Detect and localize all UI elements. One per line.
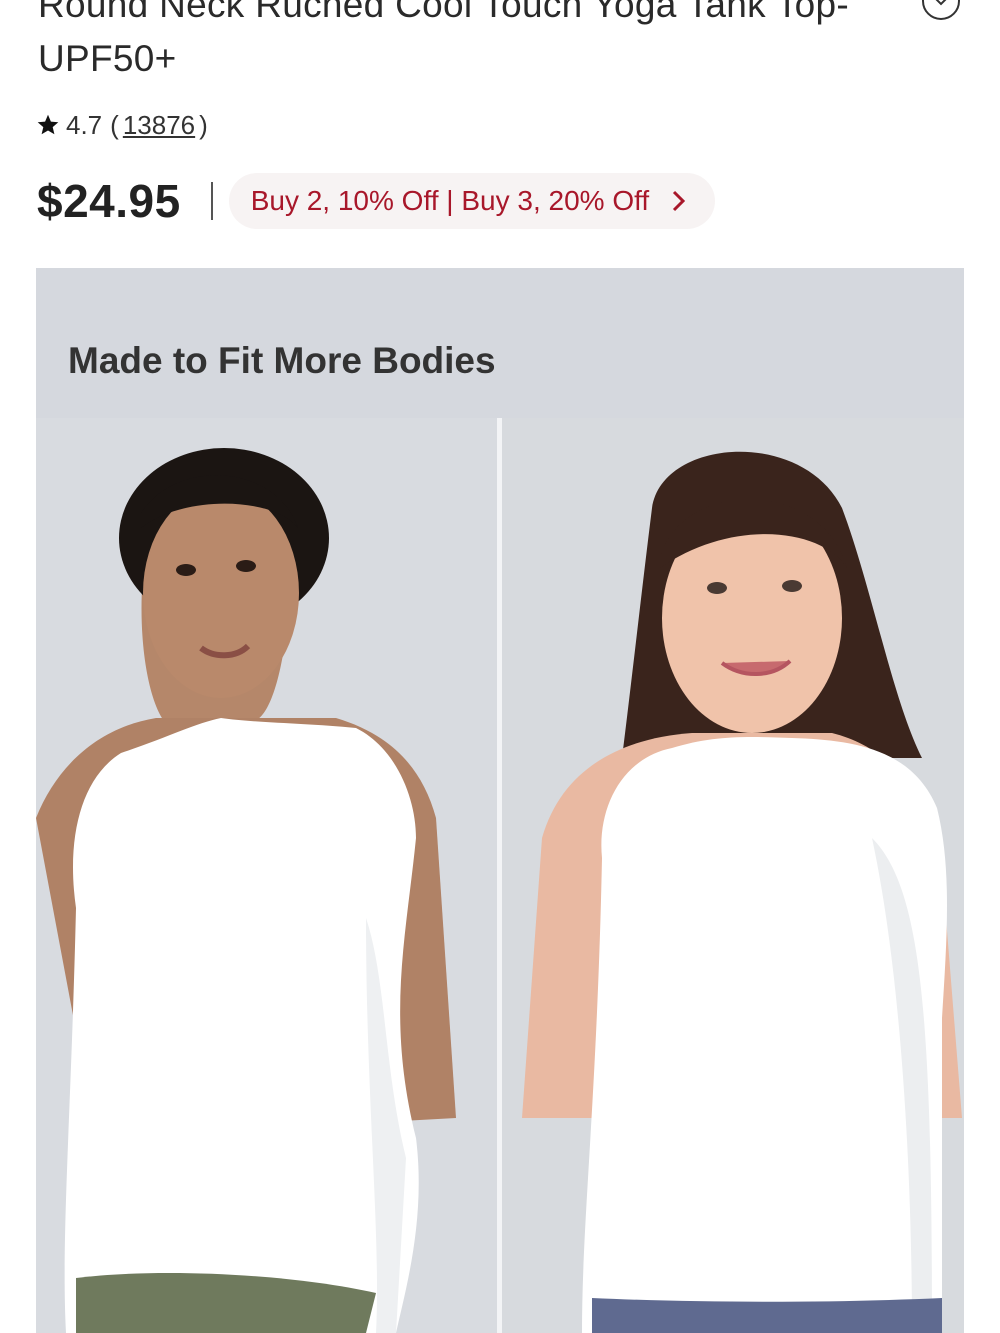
price: $24.95: [37, 175, 181, 227]
banner-headline: Made to Fit More Bodies: [68, 340, 496, 381]
paren-open: (: [110, 109, 119, 140]
promo-button[interactable]: Buy 2, 10% Off | Buy 3, 20% Off: [228, 173, 716, 229]
star-icon: [37, 114, 59, 135]
paren-close: ): [199, 109, 208, 140]
fit-banner: Made to Fit More Bodies: [36, 268, 964, 1333]
product-rating: 4.7 ( 13876 ): [36, 108, 208, 142]
price-divider: [210, 182, 213, 220]
product-title: Round Neck Ruched Cool Touch Yoga Tank T…: [38, 0, 850, 79]
chevron-right-icon: [673, 190, 686, 212]
collapse-button[interactable]: [922, 0, 960, 20]
rating-value: 4.7: [66, 109, 103, 140]
chevron-down-icon: [935, 0, 947, 6]
review-count-link[interactable]: 13876: [123, 110, 195, 141]
model-photo-left: [36, 418, 497, 1333]
promo-label: Buy 2, 10% Off | Buy 3, 20% Off: [250, 185, 650, 216]
model-photo-right: [502, 418, 964, 1333]
price-row: $24.95 Buy 2, 10% Off | Buy 3, 20% Off: [37, 172, 716, 230]
